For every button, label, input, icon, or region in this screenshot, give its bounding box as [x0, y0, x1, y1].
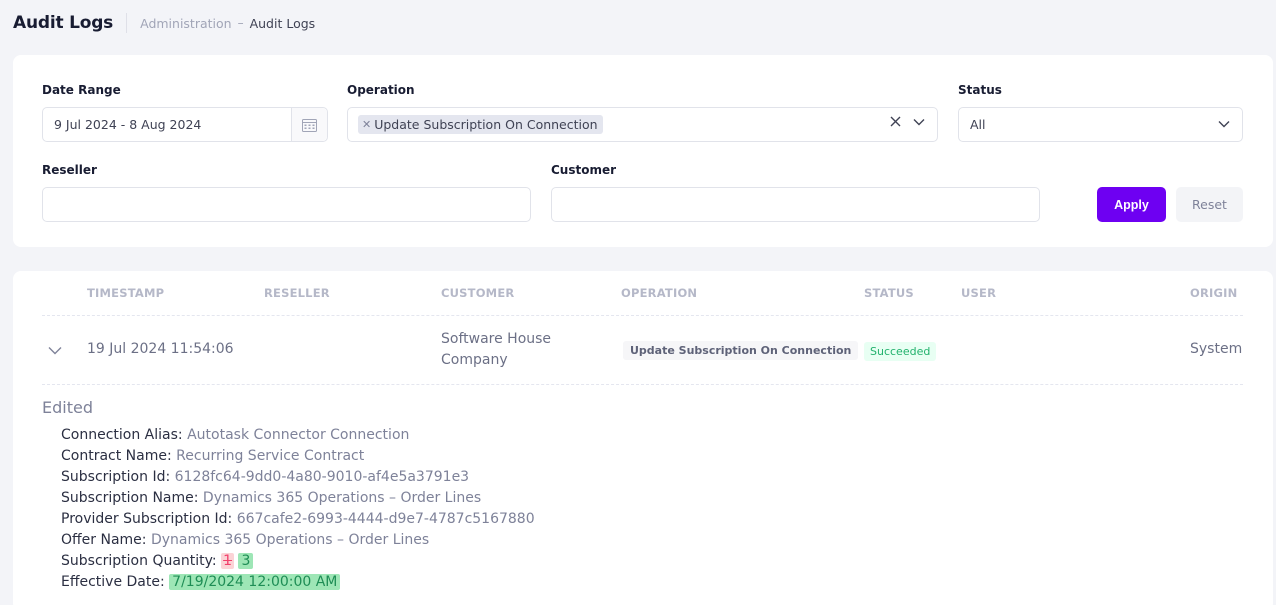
- added-value: 7/19/2024 12:00:00 AM: [169, 574, 341, 590]
- page-title: Audit Logs: [13, 13, 114, 33]
- page-header: Audit Logs Administration – Audit Logs: [13, 11, 315, 35]
- removed-value: 1: [221, 553, 235, 569]
- detail-key: Subscription Name:: [61, 490, 199, 506]
- detail-value: 6128fc64-9dd0-4a80-9010-af4e5a3791e3: [174, 469, 470, 485]
- reseller-label: Reseller: [42, 163, 97, 177]
- customer-input[interactable]: [551, 187, 1040, 222]
- detail-key: Provider Subscription Id:: [61, 511, 233, 527]
- column-header-reseller[interactable]: RESELLER: [264, 286, 330, 300]
- column-header-customer[interactable]: CUSTOMER: [441, 286, 514, 300]
- customer-label: Customer: [551, 163, 617, 177]
- reset-button[interactable]: Reset: [1176, 187, 1243, 222]
- detail-key: Offer Name:: [61, 532, 147, 548]
- date-range-label: Date Range: [42, 83, 121, 97]
- change-details: Connection Alias: Autotask Connector Con…: [61, 425, 535, 593]
- row-divider: [42, 384, 1243, 385]
- breadcrumb-separator: –: [237, 16, 244, 30]
- calendar-icon[interactable]: [291, 108, 327, 141]
- header-divider: [42, 315, 1243, 316]
- detail-value: Dynamics 365 Operations – Order Lines: [150, 532, 430, 548]
- status-select[interactable]: All: [958, 107, 1243, 142]
- details-heading: Edited: [42, 398, 93, 417]
- operation-badge: Update Subscription On Connection: [623, 341, 859, 360]
- filter-panel: Date Range 9 Jul 2024 - 8 Aug 2024 Opera…: [13, 55, 1273, 247]
- column-header-origin[interactable]: ORIGIN: [1190, 286, 1237, 300]
- detail-value: Dynamics 365 Operations – Order Lines: [202, 490, 482, 506]
- status-badge: Succeeded: [864, 342, 937, 361]
- date-range-input[interactable]: 9 Jul 2024 - 8 Aug 2024: [42, 107, 328, 142]
- row-customer-line-2: Company: [441, 352, 508, 368]
- detail-value: Autotask Connector Connection: [187, 427, 410, 443]
- detail-subscription-id: Subscription Id: 6128fc64-9dd0-4a80-9010…: [61, 467, 535, 488]
- chip-remove-icon[interactable]: ✕: [362, 118, 371, 131]
- detail-effective-date: Effective Date: 7/19/2024 12:00:00 AM: [61, 572, 535, 593]
- audit-log-table: TIMESTAMP RESELLER CUSTOMER OPERATION ST…: [13, 271, 1273, 605]
- column-header-operation[interactable]: OPERATION: [621, 286, 697, 300]
- chevron-down-icon[interactable]: [1218, 120, 1230, 128]
- detail-subscription-quantity: Subscription Quantity: 1 3: [61, 551, 535, 572]
- detail-subscription-name: Subscription Name: Dynamics 365 Operatio…: [61, 488, 535, 509]
- detail-key: Contract Name:: [61, 448, 172, 464]
- operation-chip[interactable]: ✕ Update Subscription On Connection: [358, 115, 603, 134]
- operation-select[interactable]: ✕ Update Subscription On Connection: [347, 107, 938, 142]
- apply-button[interactable]: Apply: [1097, 187, 1166, 222]
- clear-icon[interactable]: [890, 116, 901, 127]
- detail-connection-alias: Connection Alias: Autotask Connector Con…: [61, 425, 535, 446]
- title-divider: [126, 13, 128, 33]
- row-origin: System: [1190, 341, 1243, 357]
- breadcrumb-parent[interactable]: Administration: [140, 16, 231, 31]
- detail-value: Recurring Service Contract: [176, 448, 365, 464]
- column-header-user[interactable]: USER: [961, 286, 996, 300]
- detail-key: Effective Date:: [61, 574, 165, 590]
- breadcrumb-current: Audit Logs: [249, 15, 316, 31]
- operation-label: Operation: [347, 83, 415, 97]
- chevron-down-icon[interactable]: [48, 346, 62, 355]
- detail-value: 667cafe2-6993-4444-d9e7-4787c5167880: [236, 511, 535, 527]
- detail-key: Connection Alias:: [61, 427, 183, 443]
- row-customer: Software House Company: [441, 329, 551, 371]
- added-value: 3: [238, 553, 254, 569]
- detail-contract-name: Contract Name: Recurring Service Contrac…: [61, 446, 535, 467]
- column-header-status[interactable]: STATUS: [864, 286, 914, 300]
- chevron-down-icon[interactable]: [913, 118, 925, 126]
- column-header-timestamp[interactable]: TIMESTAMP: [87, 286, 164, 300]
- detail-provider-subscription-id: Provider Subscription Id: 667cafe2-6993-…: [61, 509, 535, 530]
- row-timestamp: 19 Jul 2024 11:54:06: [87, 341, 234, 357]
- operation-chip-label: Update Subscription On Connection: [374, 117, 598, 132]
- row-customer-line-1: Software House: [441, 331, 552, 347]
- status-select-value: All: [970, 117, 986, 132]
- reseller-input[interactable]: [42, 187, 531, 222]
- date-range-value: 9 Jul 2024 - 8 Aug 2024: [54, 117, 202, 132]
- status-label: Status: [958, 83, 1002, 97]
- detail-key: Subscription Id:: [61, 469, 171, 485]
- detail-offer-name: Offer Name: Dynamics 365 Operations – Or…: [61, 530, 535, 551]
- detail-key: Subscription Quantity:: [61, 553, 217, 569]
